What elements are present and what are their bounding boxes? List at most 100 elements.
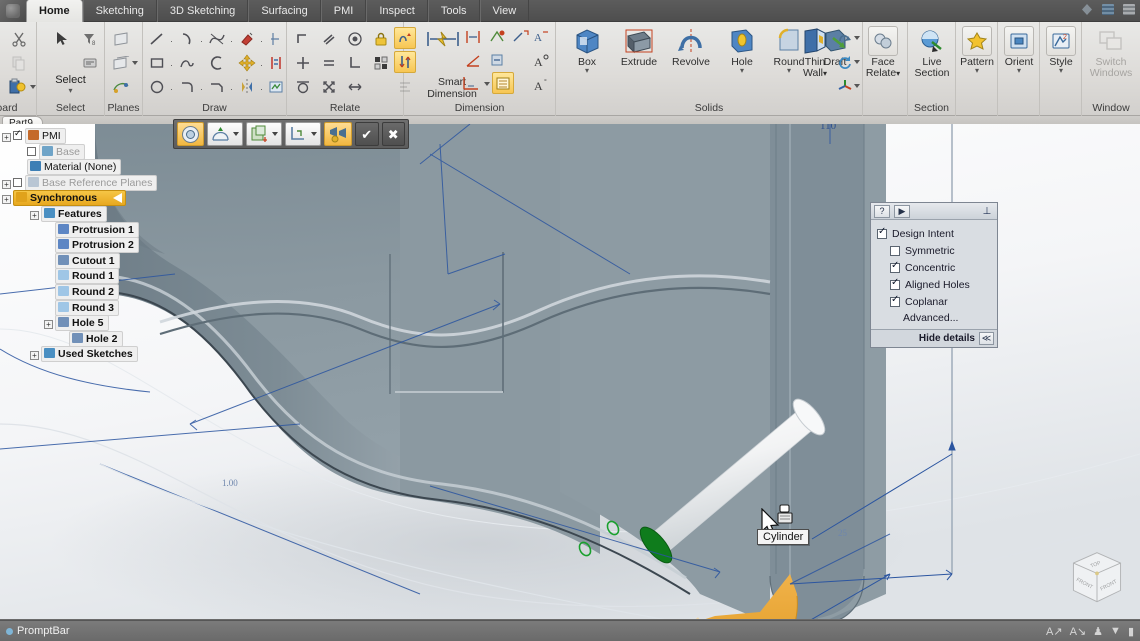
arc-dropdown-dot[interactable]: · (200, 36, 203, 46)
tile-windows-icon[interactable] (1101, 2, 1115, 17)
style-button[interactable]: 2 Style ▾ (1038, 26, 1084, 74)
tab-3d-sketching[interactable]: 3D Sketching (157, 0, 248, 22)
tree-item-features[interactable]: +Features (0, 206, 160, 222)
text-increase-icon[interactable]: A↗ (1046, 625, 1063, 638)
fill-region-icon[interactable] (236, 28, 258, 50)
thin-wall-button[interactable]: Thin Wall▾ (795, 26, 835, 79)
coordinate-dimension-icon[interactable] (460, 72, 482, 94)
mirror-dropdown-dot[interactable]: · (260, 84, 263, 94)
hole-extent-button[interactable] (246, 122, 282, 146)
tree-item-material-none[interactable]: Material (None) (0, 159, 160, 175)
concentric-icon[interactable] (344, 28, 366, 50)
view-cube[interactable]: TOP FRONT FRONT (1064, 547, 1130, 613)
perpendicular-icon[interactable] (344, 52, 366, 74)
fillet-icon[interactable] (176, 76, 198, 98)
select-arrow-icon[interactable] (51, 28, 73, 50)
tree-checkbox[interactable] (13, 131, 22, 140)
tab-pmi[interactable]: PMI (321, 0, 367, 22)
option-concentric[interactable]: Concentric (877, 259, 991, 276)
expand-button[interactable]: ▶ (894, 205, 910, 218)
tab-view[interactable]: View (480, 0, 530, 22)
cancel-button[interactable]: ✖ (382, 122, 406, 146)
dimension-label-a[interactable]: 1.00 (222, 478, 238, 488)
mirror-icon[interactable] (236, 76, 258, 98)
tree-checkbox[interactable] (27, 147, 36, 156)
dimension-style-icon[interactable]: A (530, 50, 552, 72)
horizontal-vertical-icon[interactable] (292, 52, 314, 74)
circle-icon[interactable] (146, 76, 168, 98)
face-relate-button[interactable]: Face Relate▾ (860, 26, 906, 79)
line-icon[interactable] (146, 28, 168, 50)
tree-expander[interactable]: + (44, 320, 53, 329)
smart-dimension-icon[interactable] (423, 28, 463, 50)
tab-inspect[interactable]: Inspect (366, 0, 427, 22)
symbol-icon[interactable] (265, 52, 287, 74)
move-dropdown-dot[interactable]: · (260, 60, 263, 70)
application-menu-button[interactable] (0, 0, 26, 22)
equal-icon[interactable] (318, 52, 340, 74)
copy-icon[interactable] (8, 52, 30, 74)
cut-icon[interactable] (8, 28, 30, 50)
help-icon[interactable] (1080, 2, 1094, 17)
rect-dropdown-dot[interactable]: · (170, 60, 173, 70)
pin-status-icon[interactable]: ♟ (1093, 625, 1103, 638)
line-dropdown-dot[interactable]: · (170, 36, 173, 46)
coincident-plane-icon[interactable] (110, 28, 132, 50)
dimension-prefix-icon[interactable]: A (530, 26, 552, 48)
symmetric-diameter-icon[interactable] (486, 26, 508, 48)
dimension-label-b[interactable]: 25 (838, 528, 847, 538)
tab-sketching[interactable]: Sketching (83, 0, 157, 22)
tab-home[interactable]: Home (26, 0, 83, 22)
symmetric-checkbox[interactable] (890, 246, 900, 256)
option-design-intent[interactable]: Design Intent (877, 225, 991, 242)
dimension-axis-icon[interactable] (486, 49, 508, 71)
chamfer-dimension-icon[interactable] (510, 26, 532, 48)
tree-expander[interactable]: + (2, 180, 11, 189)
select-big-label[interactable]: Select (37, 74, 104, 86)
tree-item-hole-5[interactable]: +Hole 5 (0, 315, 160, 331)
arc-icon[interactable] (176, 28, 198, 50)
switch-windows-button[interactable]: Switch Windows (1087, 26, 1135, 79)
tangent-icon[interactable] (292, 76, 314, 98)
option-symmetric[interactable]: Symmetric (877, 242, 991, 259)
collapse-chevron-icon[interactable]: ≪ (979, 332, 994, 345)
tangent-arc-icon[interactable] (176, 52, 198, 74)
concentric-checkbox[interactable] (890, 263, 900, 273)
paste-dropdown-icon[interactable] (30, 85, 36, 89)
select-list-icon[interactable] (79, 52, 101, 74)
hole-type-dropdown-icon[interactable] (233, 132, 239, 136)
curve-dropdown-dot[interactable]: · (230, 36, 233, 46)
live-section-button[interactable]: Live Section (909, 26, 955, 79)
select-filter-icon[interactable]: 8 (79, 28, 101, 50)
tree-item-round-1[interactable]: Round 1 (0, 268, 160, 284)
coordinate-dim-dropdown-icon[interactable] (484, 82, 490, 86)
tree-item-base-reference-planes[interactable]: +Base Reference Planes (0, 175, 160, 191)
tree-item-protrusion-2[interactable]: Protrusion 2 (0, 237, 160, 253)
collinear-icon[interactable] (344, 76, 366, 98)
hole-dropdown-caret[interactable]: ▾ (719, 68, 765, 74)
hole-depth-dropdown-icon[interactable] (311, 132, 317, 136)
dimension-locked-icon[interactable] (492, 72, 514, 94)
hole-button[interactable]: Hole ▾ (719, 26, 765, 74)
symmetric-icon[interactable] (370, 52, 392, 74)
coplanar-checkbox[interactable] (890, 297, 900, 307)
design-intent-panel[interactable]: ? ▶ ⊥ Design Intent Symmetric Concentric… (870, 202, 998, 348)
extrude-button[interactable]: Extrude (613, 26, 665, 68)
hole-type-button[interactable] (207, 122, 243, 146)
graphics-canvas[interactable]: 110 1.00 25 (0, 124, 1140, 619)
tree-item-hole-2[interactable]: Hole 2 (0, 331, 160, 347)
plane-dropdown-icon[interactable] (132, 61, 138, 65)
orient-dropdown-caret[interactable]: ▾ (996, 68, 1042, 74)
chamfer-icon[interactable] (206, 76, 228, 98)
arc-3pt-icon[interactable] (206, 52, 228, 74)
lock-icon[interactable] (370, 28, 392, 50)
tree-item-round-2[interactable]: Round 2 (0, 284, 160, 300)
tree-item-round-3[interactable]: Round 3 (0, 300, 160, 316)
tab-surfacing[interactable]: Surfacing (248, 0, 320, 22)
aligned-holes-checkbox[interactable] (890, 280, 900, 290)
tree-item-pmi[interactable]: +PMI (0, 128, 160, 144)
distance-between-icon[interactable] (462, 26, 484, 48)
tree-expander[interactable]: + (30, 351, 39, 360)
advanced-link[interactable]: Advanced... (877, 310, 991, 326)
parallel-icon[interactable] (318, 28, 340, 50)
